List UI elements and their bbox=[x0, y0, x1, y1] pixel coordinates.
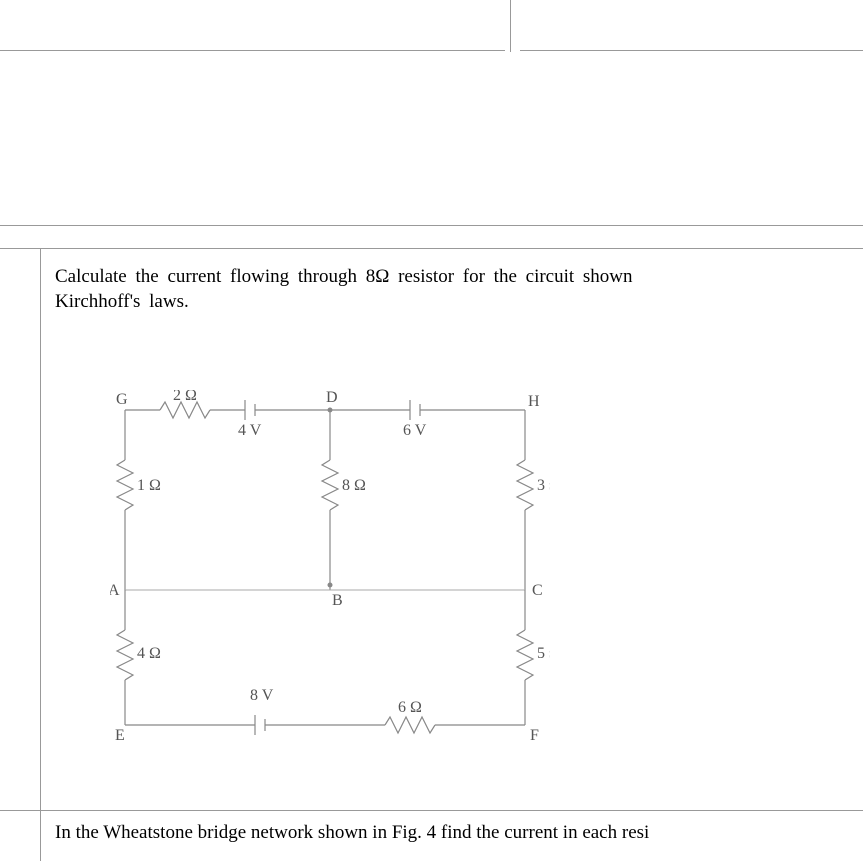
problem-2-text: In the Wheatstone bridge network shown i… bbox=[55, 822, 649, 844]
circuit-diagram: G D H A B C E F 2 Ω 4 V 6 V 1 Ω 8 Ω 3 Ω … bbox=[110, 390, 550, 770]
v4-label: 4 V bbox=[238, 422, 262, 439]
table-border bbox=[0, 225, 863, 226]
r3ohm-label: 3 Ω bbox=[537, 477, 550, 494]
v8-label: 8 V bbox=[250, 687, 274, 704]
table-border bbox=[510, 0, 511, 52]
table-border bbox=[0, 248, 863, 249]
v6-label: 6 V bbox=[403, 422, 427, 439]
r2ohm-label: 2 Ω bbox=[173, 390, 197, 404]
problem-1-text: Calculate the current flowing through 8Ω… bbox=[55, 265, 863, 314]
r4ohm-label: 4 Ω bbox=[137, 645, 161, 662]
r1ohm-label: 1 Ω bbox=[137, 477, 161, 494]
problem-1-line2: Kirchhoff's laws. bbox=[55, 291, 189, 312]
table-border bbox=[40, 248, 41, 861]
node-d-label: D bbox=[326, 390, 338, 406]
table-border bbox=[520, 50, 863, 51]
node-e-label: E bbox=[115, 727, 125, 744]
r5ohm-label: 5 Ω bbox=[537, 645, 550, 662]
node-b-label: B bbox=[332, 592, 343, 609]
node-b-dot bbox=[328, 583, 333, 588]
table-border bbox=[0, 810, 863, 811]
node-h-label: H bbox=[528, 393, 540, 410]
page: Calculate the current flowing through 8Ω… bbox=[0, 0, 863, 861]
node-g-label: G bbox=[116, 391, 128, 408]
r6ohm-label: 6 Ω bbox=[398, 699, 422, 716]
node-c-label: C bbox=[532, 582, 543, 599]
circuit-svg: G D H A B C E F 2 Ω 4 V 6 V 1 Ω 8 Ω 3 Ω … bbox=[110, 390, 550, 770]
problem-1-cell: Calculate the current flowing through 8Ω… bbox=[55, 265, 863, 314]
r8ohm-label: 8 Ω bbox=[342, 477, 366, 494]
node-f-label: F bbox=[530, 727, 539, 744]
table-border bbox=[0, 50, 505, 51]
node-a-label: A bbox=[110, 582, 120, 599]
problem-1-line1: Calculate the current flowing through 8Ω… bbox=[55, 266, 633, 287]
